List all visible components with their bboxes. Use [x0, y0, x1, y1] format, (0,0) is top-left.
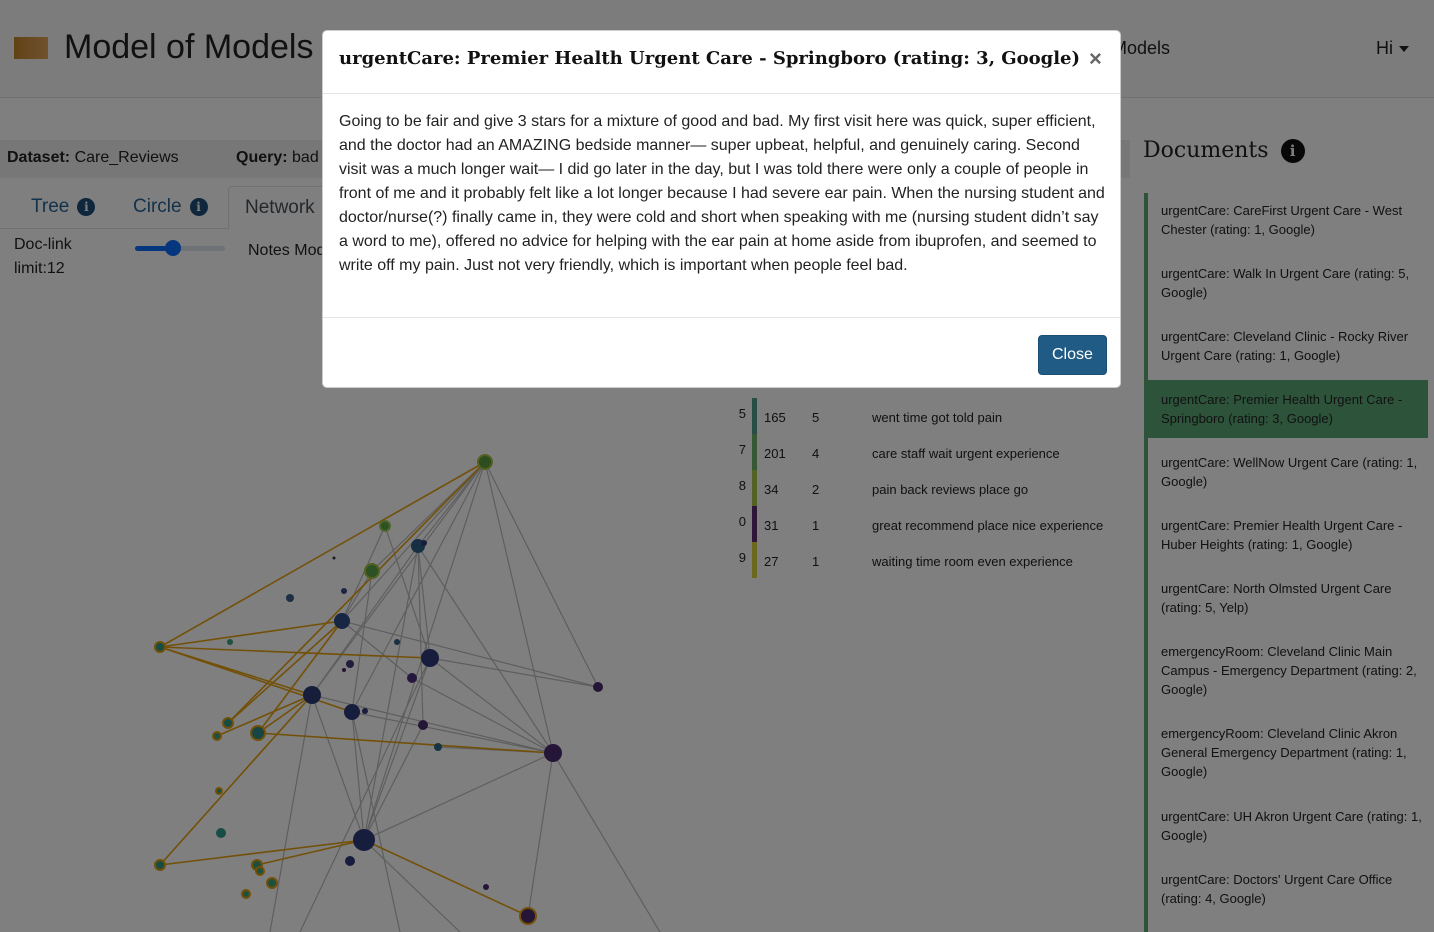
modal-header: urgentCare: Premier Health Urgent Care -…: [323, 31, 1120, 94]
document-modal: urgentCare: Premier Health Urgent Care -…: [322, 30, 1121, 388]
close-button[interactable]: Close: [1038, 335, 1107, 375]
modal-body-text: Going to be fair and give 3 stars for a …: [339, 113, 1105, 274]
modal-title: urgentCare: Premier Health Urgent Care -…: [339, 48, 1081, 69]
close-icon[interactable]: ×: [1089, 46, 1102, 72]
modal-footer: Close: [323, 317, 1120, 388]
